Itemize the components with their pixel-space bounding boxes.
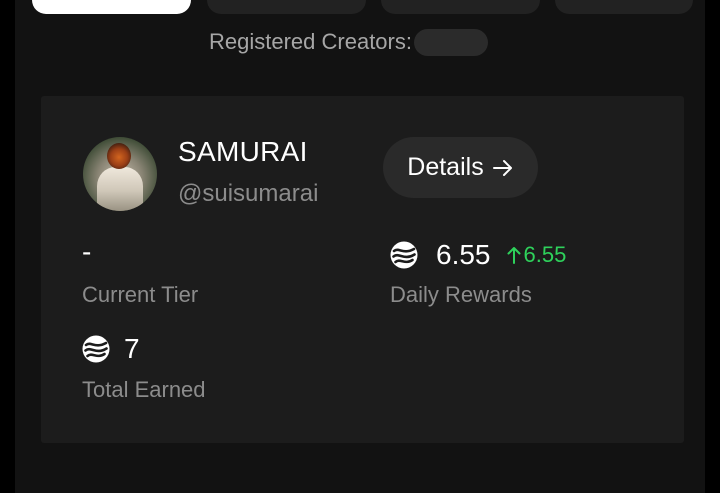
registered-creators-count-hidden [413, 28, 488, 56]
tab-2[interactable] [207, 0, 366, 14]
total-earned-label: Total Earned [82, 377, 206, 402]
creator-card: SAMURAI @suisumarai Details - Current Ti… [41, 96, 684, 443]
current-tier-label: Current Tier [82, 282, 199, 307]
daily-rewards-value: 6.55 [436, 239, 491, 270]
sui-token-icon [82, 335, 110, 363]
registered-creators-label: Registered Creators: [209, 29, 412, 54]
daily-rewards-row: 6.55 6.55 [390, 239, 566, 271]
sui-token-icon [390, 241, 418, 269]
tab-4[interactable] [555, 0, 693, 14]
creator-name: SAMURAI [178, 136, 308, 167]
daily-rewards-delta: 6.55 [507, 242, 567, 268]
details-button-label: Details [407, 153, 484, 181]
avatar-figure-body [97, 167, 143, 211]
total-earned-row: 7 [82, 333, 140, 365]
arrow-right-icon [492, 159, 512, 176]
tab-3[interactable] [381, 0, 540, 14]
details-button[interactable]: Details [383, 137, 538, 198]
creator-handle: @suisumarai [178, 180, 319, 207]
arrow-up-icon [507, 247, 520, 264]
total-earned-value: 7 [124, 333, 140, 364]
tab-1[interactable] [32, 0, 191, 14]
daily-rewards-label: Daily Rewards [390, 282, 532, 307]
registered-creators: Registered Creators: [209, 28, 488, 56]
current-tier-value: - [82, 236, 92, 267]
avatar[interactable] [83, 137, 157, 211]
avatar-figure-head [107, 143, 131, 169]
main-panel: Registered Creators: SAMURAI @suisumarai… [15, 0, 705, 493]
daily-rewards-delta-value: 6.55 [523, 242, 567, 267]
